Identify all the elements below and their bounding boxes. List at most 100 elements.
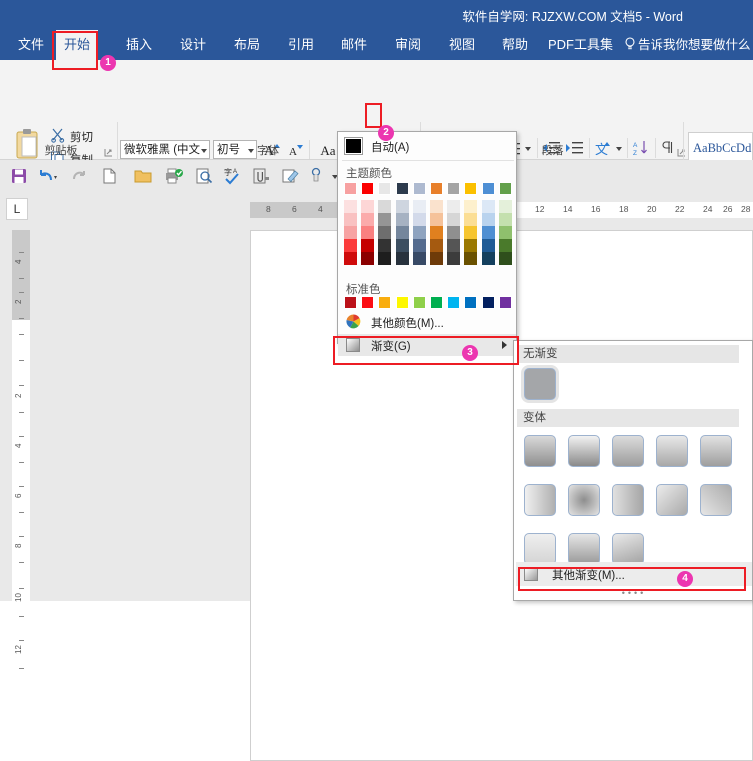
standard-color-swatch[interactable]: [498, 296, 512, 309]
theme-color-swatch[interactable]: [344, 182, 357, 195]
theme-color-swatch[interactable]: [378, 182, 392, 195]
theme-tint-swatch[interactable]: [361, 239, 375, 252]
more-gradients-item[interactable]: 其他渐变(M)...: [516, 562, 752, 586]
theme-tint-swatch[interactable]: [464, 200, 478, 213]
theme-tint-swatch[interactable]: [378, 200, 392, 213]
quick-print-icon[interactable]: [164, 167, 183, 185]
standard-color-swatch[interactable]: [361, 296, 375, 309]
standard-color-swatch[interactable]: [344, 296, 357, 309]
tab-file[interactable]: 文件: [10, 30, 52, 60]
undo-icon[interactable]: [38, 167, 60, 185]
theme-tint-swatch[interactable]: [378, 252, 392, 265]
theme-color-swatch[interactable]: [464, 182, 478, 195]
theme-tint-swatch[interactable]: [344, 200, 357, 213]
attachment-icon[interactable]: [252, 167, 270, 185]
paragraph-dialog-launcher[interactable]: [677, 148, 686, 157]
theme-tint-swatch[interactable]: [412, 239, 426, 252]
standard-color-swatch[interactable]: [395, 296, 409, 309]
spelling-check-icon[interactable]: 字A: [224, 167, 242, 185]
gradient-submenu[interactable]: 无渐变 变体 其他渐变(M)... ••••: [513, 340, 753, 601]
theme-tint-swatch[interactable]: [395, 213, 409, 226]
theme-tint-swatch[interactable]: [430, 200, 443, 213]
theme-tint-swatch[interactable]: [447, 226, 461, 239]
theme-tint-swatch[interactable]: [378, 226, 392, 239]
gradient-variation-tile[interactable]: [700, 435, 732, 467]
theme-color-swatch[interactable]: [498, 182, 512, 195]
theme-tint-swatch[interactable]: [378, 239, 392, 252]
standard-color-swatch[interactable]: [430, 296, 443, 309]
new-document-icon[interactable]: [100, 167, 118, 185]
theme-tint-swatch[interactable]: [481, 239, 495, 252]
theme-color-swatch[interactable]: [395, 182, 409, 195]
gradient-menu-item[interactable]: 渐变(G): [338, 334, 516, 356]
gradient-variation-tile[interactable]: [568, 484, 600, 516]
theme-tint-swatch[interactable]: [430, 239, 443, 252]
standard-color-swatch[interactable]: [412, 296, 426, 309]
theme-tint-swatch[interactable]: [395, 239, 409, 252]
theme-color-swatch[interactable]: [361, 182, 375, 195]
theme-tint-swatch[interactable]: [464, 213, 478, 226]
theme-tint-swatch[interactable]: [464, 252, 478, 265]
gradient-variation-tile[interactable]: [568, 533, 600, 565]
open-folder-icon[interactable]: [134, 167, 152, 185]
theme-tint-swatch[interactable]: [481, 226, 495, 239]
save-icon[interactable]: [10, 167, 28, 185]
tell-me-box[interactable]: 告诉我你想要做什么: [624, 30, 751, 60]
gradient-variation-tile[interactable]: [612, 533, 644, 565]
theme-tint-swatch[interactable]: [361, 213, 375, 226]
theme-tint-swatch[interactable]: [395, 252, 409, 265]
gradient-variation-tile[interactable]: [656, 484, 688, 516]
theme-tint-swatch[interactable]: [412, 213, 426, 226]
theme-tint-swatch[interactable]: [481, 213, 495, 226]
theme-tint-swatch[interactable]: [498, 239, 512, 252]
clipboard-dialog-launcher[interactable]: [104, 148, 113, 157]
gradient-variation-tile[interactable]: [656, 435, 688, 467]
theme-tint-swatch[interactable]: [344, 226, 357, 239]
vertical-ruler[interactable]: 4 2 2 4 6 8 10 12: [12, 230, 30, 761]
theme-tint-swatch[interactable]: [344, 239, 357, 252]
gradient-variation-tile[interactable]: [524, 484, 556, 516]
edit-icon[interactable]: [281, 167, 299, 185]
gradient-variation-tile[interactable]: [524, 435, 556, 467]
tab-help[interactable]: 帮助: [494, 30, 536, 60]
tab-view[interactable]: 视图: [441, 30, 483, 60]
tab-review[interactable]: 审阅: [387, 30, 429, 60]
more-colors-item[interactable]: 其他颜色(M)...: [338, 311, 516, 333]
theme-tint-swatch[interactable]: [464, 239, 478, 252]
theme-tint-swatch[interactable]: [361, 252, 375, 265]
no-gradient-tile[interactable]: [524, 368, 556, 400]
touch-mode-icon[interactable]: [307, 167, 325, 185]
theme-tint-swatch[interactable]: [361, 226, 375, 239]
theme-color-swatch[interactable]: [430, 182, 443, 195]
standard-color-swatch[interactable]: [464, 296, 478, 309]
tab-pdf-tools[interactable]: PDF工具集: [540, 30, 621, 60]
theme-tint-swatch[interactable]: [481, 252, 495, 265]
font-color-menu[interactable]: 自动(A) 主题颜色 标准色 其他颜色(M)... 渐变(G): [337, 131, 517, 356]
theme-tint-swatch[interactable]: [447, 213, 461, 226]
tab-design[interactable]: 设计: [172, 30, 214, 60]
gradient-variation-tile[interactable]: [568, 435, 600, 467]
standard-color-swatch[interactable]: [481, 296, 495, 309]
theme-tint-swatch[interactable]: [447, 252, 461, 265]
tab-insert[interactable]: 插入: [118, 30, 160, 60]
redo-icon[interactable]: [70, 167, 88, 185]
theme-tint-swatch[interactable]: [361, 200, 375, 213]
theme-tint-swatch[interactable]: [344, 213, 357, 226]
tab-references[interactable]: 引用: [280, 30, 322, 60]
standard-color-swatch[interactable]: [378, 296, 392, 309]
theme-tint-swatch[interactable]: [447, 239, 461, 252]
theme-tint-swatch[interactable]: [412, 200, 426, 213]
theme-tint-swatch[interactable]: [395, 200, 409, 213]
print-preview-icon[interactable]: [195, 167, 213, 185]
theme-tint-swatch[interactable]: [344, 252, 357, 265]
theme-tint-swatch[interactable]: [464, 226, 478, 239]
gradient-variation-tile[interactable]: [524, 533, 556, 565]
theme-tint-swatch[interactable]: [498, 226, 512, 239]
gradient-variation-tile[interactable]: [612, 435, 644, 467]
menu-resize-grip[interactable]: ••••: [514, 588, 753, 598]
theme-color-swatch[interactable]: [412, 182, 426, 195]
theme-tint-swatch[interactable]: [378, 213, 392, 226]
tab-mailings[interactable]: 邮件: [333, 30, 375, 60]
theme-tint-swatch[interactable]: [412, 226, 426, 239]
tab-home[interactable]: 开始: [56, 30, 99, 60]
